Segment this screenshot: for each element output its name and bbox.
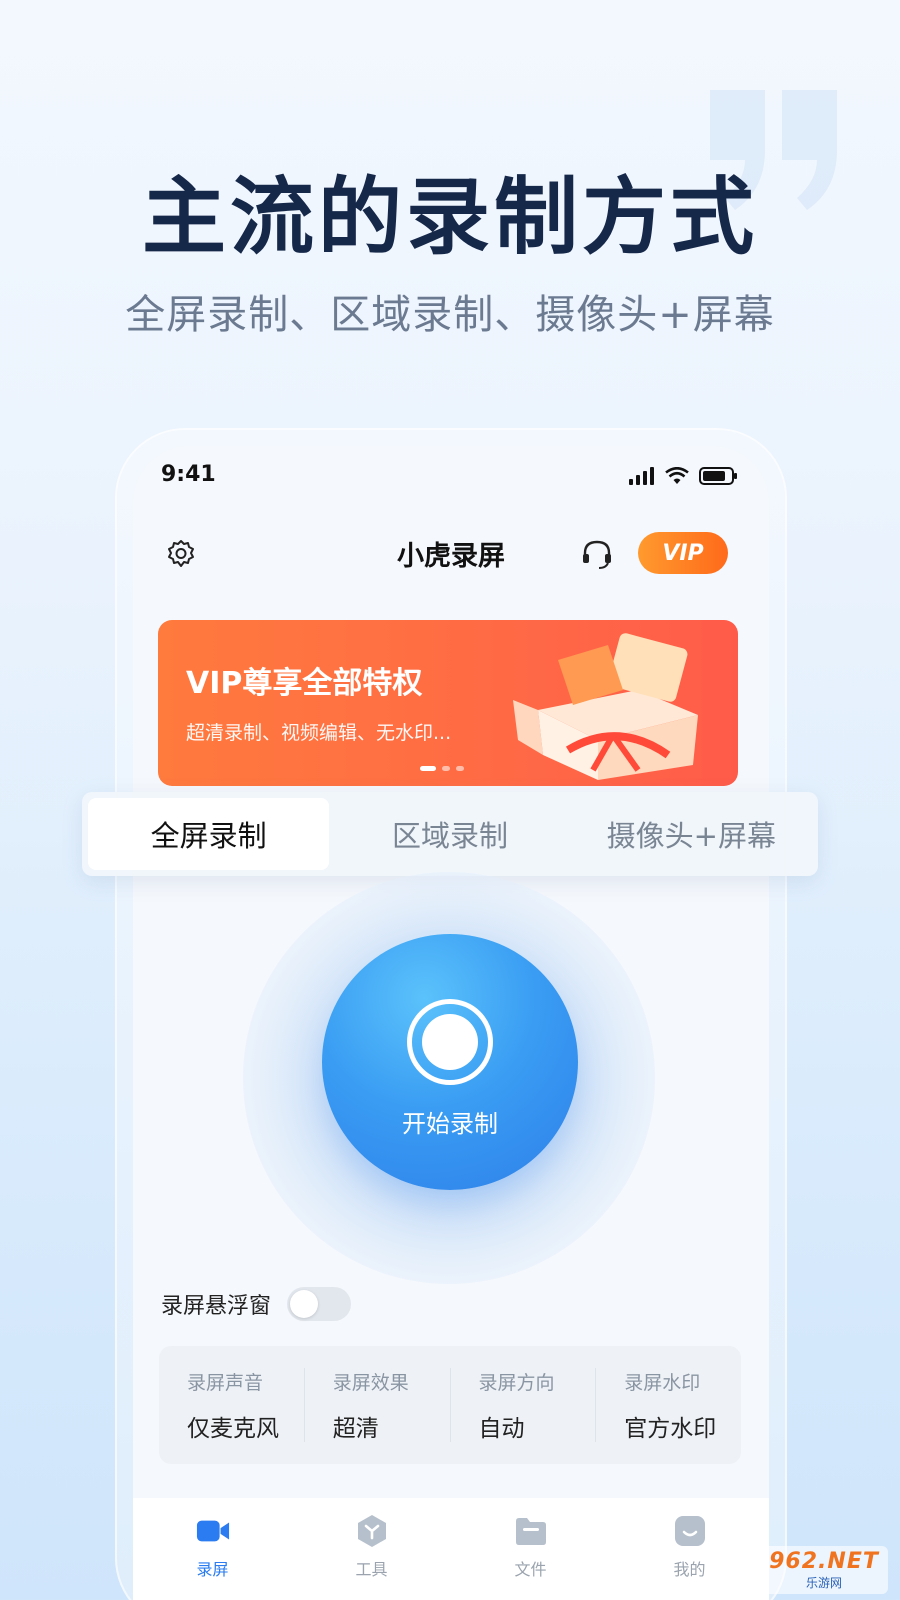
folder-icon	[514, 1514, 548, 1548]
gift-box-icon	[513, 633, 698, 780]
record-icon	[407, 999, 493, 1085]
setting-value: 仅麦克风	[187, 1416, 279, 1442]
pagination-dot[interactable]	[420, 766, 436, 771]
floating-window-row: 录屏悬浮窗	[161, 1284, 352, 1324]
profile-icon	[673, 1514, 707, 1548]
tab-fullscreen[interactable]: 全屏录制	[88, 798, 330, 870]
nav-item-files[interactable]: 文件	[451, 1498, 610, 1600]
tools-icon	[355, 1514, 389, 1548]
setting-value: 官方水印	[624, 1416, 717, 1442]
recording-settings-card: 录屏声音 仅麦克风 录屏效果 超清 录屏方向 自动 录屏水印 官方水印	[159, 1346, 741, 1464]
app-header: 小虎录屏 VIP	[133, 516, 769, 596]
setting-label: 录屏声音	[187, 1372, 264, 1394]
tab-region[interactable]: 区域录制	[329, 798, 570, 870]
status-time: 9:41	[161, 462, 216, 487]
watermark-bottom: 乐游网	[805, 1576, 842, 1590]
tab-camera-screen[interactable]: 摄像头+屏幕	[571, 798, 812, 870]
pagination-dot[interactable]	[442, 766, 450, 771]
banner-subtitle: 超清录制、视频编辑、无水印...	[186, 722, 452, 744]
nav-label: 文件	[514, 1560, 547, 1579]
nav-label: 录屏	[196, 1560, 229, 1579]
setting-value: 自动	[478, 1416, 525, 1442]
watermark-top: 962.NET	[769, 1549, 879, 1574]
setting-audio[interactable]: 录屏声音 仅麦克风	[159, 1368, 305, 1442]
nav-label: 我的	[673, 1560, 706, 1579]
wifi-icon	[665, 467, 689, 484]
battery-icon	[699, 467, 737, 485]
camera-icon	[196, 1514, 230, 1548]
support-button[interactable]	[577, 534, 617, 574]
nav-item-tools[interactable]: 工具	[292, 1498, 451, 1600]
start-recording-button[interactable]: 开始录制	[322, 934, 578, 1190]
setting-label: 录屏方向	[478, 1372, 555, 1394]
floating-window-label: 录屏悬浮窗	[161, 1294, 272, 1319]
setting-label: 录屏水印	[624, 1372, 701, 1394]
headset-icon	[583, 540, 611, 569]
hero-subtitle: 全屏录制、区域录制、摄像头+屏幕	[125, 292, 775, 338]
signal-icon	[629, 467, 654, 485]
vip-button[interactable]: VIP	[638, 532, 728, 574]
start-recording-label: 开始录制	[402, 1110, 498, 1138]
status-bar: 9:41	[133, 446, 769, 516]
setting-value: 超清	[332, 1416, 379, 1442]
bottom-nav: 录屏 工具 文件 我的	[133, 1498, 769, 1600]
setting-watermark[interactable]: 录屏水印 官方水印	[596, 1368, 741, 1442]
pagination-dot[interactable]	[456, 766, 464, 771]
banner-pagination	[420, 766, 464, 771]
floating-window-toggle[interactable]	[287, 1287, 352, 1321]
nav-item-record[interactable]: 录屏	[133, 1498, 292, 1600]
setting-label: 录屏效果	[332, 1372, 409, 1394]
setting-quality[interactable]: 录屏效果 超清	[305, 1368, 451, 1442]
site-watermark-logo: 962.NET 乐游网	[760, 1546, 888, 1594]
banner-title: VIP尊享全部特权	[186, 666, 423, 701]
nav-item-profile[interactable]: 我的	[610, 1498, 769, 1600]
hero-title: 主流的录制方式	[141, 168, 758, 266]
vip-banner[interactable]: VIP尊享全部特权 超清录制、视频编辑、无水印...	[158, 620, 738, 786]
recording-mode-tabs: 全屏录制 区域录制 摄像头+屏幕	[82, 792, 818, 876]
setting-orientation[interactable]: 录屏方向 自动	[451, 1368, 597, 1442]
nav-label: 工具	[355, 1560, 388, 1579]
status-icons	[629, 466, 739, 486]
